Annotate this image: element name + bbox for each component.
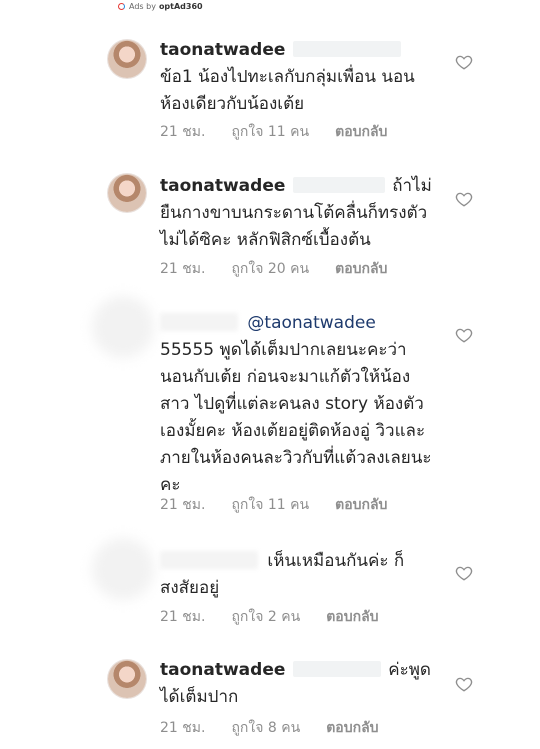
reply-button[interactable]: ตอบกลับ	[335, 121, 387, 143]
heart-icon[interactable]	[455, 326, 473, 344]
redacted-mention	[292, 661, 381, 677]
comment-text-block: @taonatwadee 55555 พูดได้เต็มปากเลยนะคะว…	[160, 310, 432, 499]
redacted-mention	[292, 41, 401, 57]
comment-time: 21 ชม.	[160, 124, 206, 140]
ads-bar[interactable]: Ads by optAd360	[118, 0, 203, 12]
avatar[interactable]	[108, 660, 146, 698]
comment-time: 21 ชม.	[160, 609, 206, 625]
comment-mention[interactable]: @taonatwadee	[247, 313, 375, 333]
comment-meta: 21 ชม. ถูกใจ 20 คน ตอบกลับ	[160, 258, 387, 280]
comment-username[interactable]: taonatwadee	[160, 176, 285, 196]
avatar[interactable]	[108, 40, 146, 78]
reply-button[interactable]: ตอบกลับ	[335, 258, 387, 280]
comment-likes[interactable]: ถูกใจ 20 คน	[231, 258, 309, 280]
heart-icon[interactable]	[455, 564, 473, 582]
comment-likes[interactable]: ถูกใจ 2 คน	[231, 606, 300, 628]
ads-prefix: Ads by	[129, 1, 156, 11]
redacted-mention	[292, 177, 385, 193]
comment-username[interactable]: taonatwadee	[160, 660, 285, 680]
comment-text-block: taonatwadee ข้อ1 น้องไปทะเลกับกลุ่มเพื่อ…	[160, 37, 432, 118]
comment-meta: 21 ชม. ถูกใจ 8 คน ตอบกลับ	[160, 717, 379, 739]
comment-text-block: taonatwadee ค่ะพูดได้เต็มปาก	[160, 657, 432, 711]
avatar[interactable]	[92, 296, 154, 358]
redacted-username	[160, 313, 238, 331]
ads-brand: optAd360	[158, 1, 203, 11]
avatar[interactable]	[108, 174, 146, 212]
heart-icon[interactable]	[455, 675, 473, 693]
redacted-username	[160, 551, 258, 569]
heart-icon[interactable]	[455, 53, 473, 71]
comment-text-block: เห็นเหมือนกันค่ะ ก็สงสัยอยู่	[160, 548, 432, 602]
comment-time: 21 ชม.	[160, 720, 206, 736]
comment-time: 21 ชม.	[160, 261, 206, 277]
comment-text-block: taonatwadee ถ้าไม่ยืนกางขาบนกระดานโต้คลื…	[160, 173, 432, 254]
comment-text: ข้อ1 น้องไปทะเลกับกลุ่มเพื่อน นอนห้องเดี…	[160, 67, 415, 114]
comment-meta: 21 ชม. ถูกใจ 11 คน ตอบกลับ	[160, 494, 387, 516]
comment-likes[interactable]: ถูกใจ 11 คน	[231, 121, 309, 143]
comment-text: 55555 พูดได้เต็มปากเลยนะคะว่านอนกับเต้ย …	[160, 340, 432, 495]
heart-icon[interactable]	[455, 190, 473, 208]
reply-button[interactable]: ตอบกลับ	[335, 494, 387, 516]
comment-username[interactable]: taonatwadee	[160, 40, 285, 60]
comment-likes[interactable]: ถูกใจ 11 คน	[231, 494, 309, 516]
avatar[interactable]	[92, 538, 154, 600]
comment-likes[interactable]: ถูกใจ 8 คน	[231, 717, 300, 739]
reply-button[interactable]: ตอบกลับ	[326, 717, 378, 739]
reply-button[interactable]: ตอบกลับ	[326, 606, 378, 628]
comment-time: 21 ชม.	[160, 497, 206, 513]
comment-meta: 21 ชม. ถูกใจ 11 คน ตอบกลับ	[160, 121, 387, 143]
optad-logo-icon	[118, 2, 125, 10]
comment-meta: 21 ชม. ถูกใจ 2 คน ตอบกลับ	[160, 606, 379, 628]
